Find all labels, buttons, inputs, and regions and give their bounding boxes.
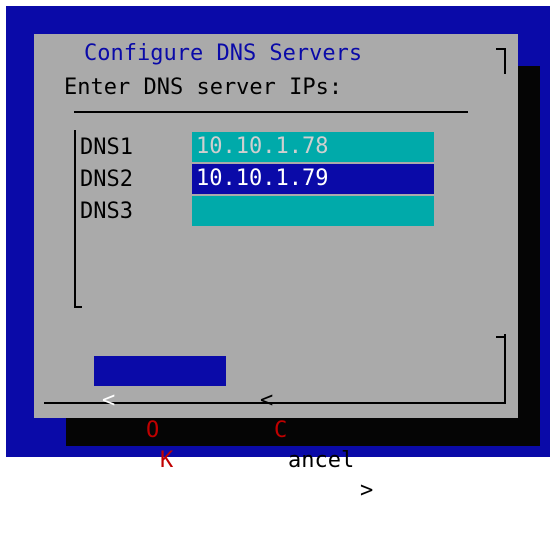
ok-rest: K [160, 448, 174, 473]
ok-button[interactable]: < O K > [94, 356, 226, 503]
form-frame-bottom-tick [74, 306, 82, 308]
dialog-prompt: Enter DNS server IPs: [64, 75, 343, 100]
ok-right-bracket: > [206, 478, 220, 503]
dns3-label: DNS3 [80, 199, 133, 224]
dns2-input[interactable]: 10.10.1.79 [192, 164, 434, 194]
terminal-screen: Configure DNS Servers Enter DNS server I… [6, 6, 550, 503]
dns2-label: DNS2 [80, 167, 133, 192]
cancel-button[interactable]: < C ancel > [260, 356, 390, 503]
dns1-input[interactable]: 10.10.1.78 [192, 132, 434, 162]
dns1-label: DNS1 [80, 135, 133, 160]
dialog-title: Configure DNS Servers [84, 41, 363, 66]
dns-config-dialog: Configure DNS Servers Enter DNS server I… [34, 34, 518, 503]
form-frame-top [74, 111, 468, 113]
cancel-right-bracket: > [360, 478, 374, 503]
dns3-input[interactable] [192, 196, 434, 226]
frame-right-top [504, 48, 506, 74]
ok-hotkey: O [146, 418, 160, 443]
ok-left-bracket: < [102, 388, 116, 413]
cancel-hotkey: C [274, 418, 288, 443]
form-frame-left [74, 130, 76, 308]
cancel-rest: ancel [288, 448, 355, 473]
frame-right-bottom [504, 334, 506, 404]
cancel-left-bracket: < [260, 388, 274, 413]
form-frame-right-tick [496, 336, 506, 338]
